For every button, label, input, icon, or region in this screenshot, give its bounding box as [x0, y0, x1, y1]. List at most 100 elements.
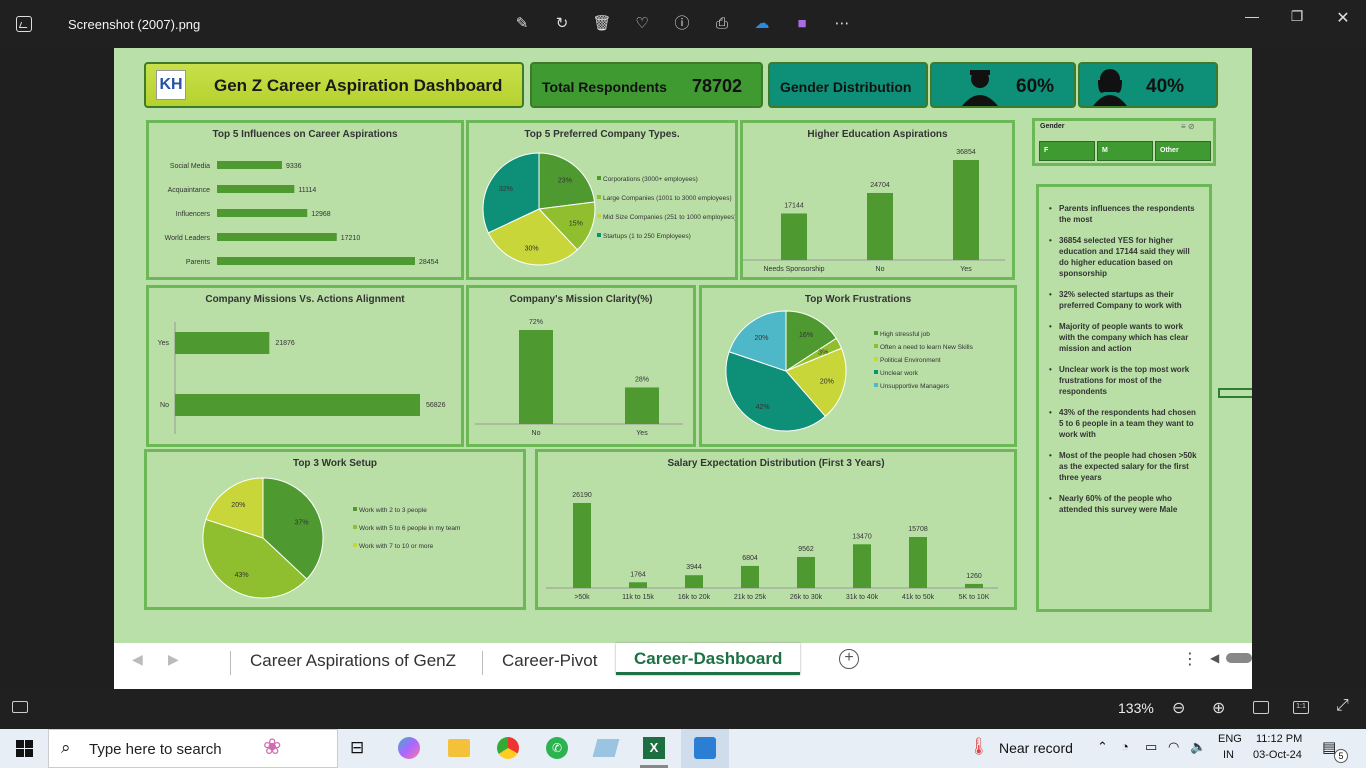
language-bottom[interactable]: IN [1223, 749, 1234, 761]
window-title: Screenshot (2007).png [68, 17, 201, 32]
onedrive-icon[interactable]: ☁ [752, 14, 772, 34]
info-icon[interactable]: ⓘ [672, 14, 692, 34]
bar [953, 160, 979, 260]
legend-swatch [597, 195, 601, 199]
frustrations-panel: Top Work Frustrations 16% 3% 20% 42% 20% High… [699, 285, 1017, 447]
legend-label: Corporations (3000+ employees) [603, 176, 698, 183]
fit-window-icon[interactable] [1253, 701, 1269, 714]
legend-swatch [597, 176, 601, 180]
restore-icon[interactable]: ❐ [1285, 8, 1309, 28]
legend-label: Work with 7 to 10 or more [359, 543, 434, 550]
insight-item: Nearly 60% of the people who attended th… [1049, 493, 1201, 515]
prev-sheet-icon[interactable]: ◀ [132, 651, 143, 668]
tab-career-pivot[interactable]: Career-Pivot [484, 647, 615, 675]
bar [217, 257, 415, 265]
more-icon[interactable]: ⋯ [832, 14, 852, 34]
tab-career-dashboard[interactable]: Career-Dashboard [616, 643, 801, 675]
bar-category-label: 26k to 30k [790, 594, 823, 601]
battery-icon[interactable]: ▭ [1145, 739, 1157, 755]
zoom-out-icon[interactable]: ⊖ [1172, 698, 1185, 718]
weather-text[interactable]: Near record [999, 740, 1073, 756]
add-sheet-icon[interactable]: + [839, 649, 859, 669]
clear-filter-icon[interactable]: ≡ ⊘ [1181, 122, 1195, 131]
notes-app-icon[interactable] [592, 739, 620, 757]
bar [965, 583, 983, 588]
legend-swatch [353, 507, 357, 511]
bar [781, 213, 807, 260]
delete-icon[interactable]: 🗑 [592, 14, 612, 34]
higher-ed-panel: Higher Education Aspirations 17144 Needs … [740, 120, 1015, 280]
zoom-in-icon[interactable]: ⊕ [1212, 698, 1225, 718]
pie-data-label: 42% [756, 404, 770, 411]
bar-value-label: 56826 [426, 402, 446, 409]
bar [519, 330, 553, 424]
bar-category-label: No [160, 402, 169, 409]
female-box: 40% [1078, 62, 1218, 108]
search-box[interactable]: ⌕ Type here to search ❀ [48, 729, 338, 768]
volume-icon[interactable]: 🔈 [1190, 739, 1206, 755]
insight-item: Unclear work is the top most work frustr… [1049, 364, 1201, 397]
bar-value-label: 9562 [798, 546, 814, 553]
whatsapp-icon[interactable]: ✆ [546, 737, 568, 759]
legend-swatch [874, 357, 878, 361]
bar [625, 387, 659, 424]
task-view-icon[interactable]: ⊟ [350, 738, 364, 758]
slicer-option-m[interactable]: M [1097, 141, 1153, 161]
wifi-icon[interactable]: ◠ [1168, 739, 1179, 755]
close-icon[interactable]: ✕ [1331, 8, 1355, 28]
legend-label: Unclear work [880, 370, 919, 377]
clipchamp-icon[interactable]: ■ [792, 14, 812, 34]
slicer-option-other[interactable]: Other [1155, 141, 1211, 161]
favorite-icon[interactable]: ♡ [632, 14, 652, 34]
edit-icon[interactable]: ✎ [512, 14, 532, 34]
minimize-icon[interactable]: — [1240, 8, 1264, 28]
bar [909, 537, 927, 588]
fullscreen-icon[interactable]: ⤢ [1336, 697, 1349, 715]
print-icon[interactable]: ⎙ [712, 14, 732, 34]
pie-data-label: 20% [820, 379, 834, 386]
setup-panel: Top 3 Work Setup 37% 43% 20% Work with 2 to… [144, 449, 526, 610]
tray-chevron-icon[interactable]: ⌃ [1097, 739, 1108, 755]
bar [685, 575, 703, 588]
total-respondents-box: Total Respondents 78702 [530, 62, 763, 108]
bar-value-label: 21876 [275, 340, 295, 347]
rotate-icon[interactable]: ↻ [552, 14, 572, 34]
search-placeholder: Type here to search [89, 741, 222, 758]
insight-item: Most of the people had chosen >50k as th… [1049, 450, 1201, 483]
legend-label: Unsupportive Managers [880, 383, 950, 390]
bar [853, 544, 871, 588]
start-icon[interactable] [16, 740, 33, 757]
title-bar: Screenshot (2007).png ✎ ↻ 🗑 ♡ ⓘ ⎙ ☁ ■ ⋯ … [0, 0, 1366, 48]
legend-swatch [353, 525, 357, 529]
search-icon: ⌕ [61, 738, 71, 757]
search-highlight-icon: ❀ [263, 734, 282, 759]
excel-icon[interactable]: X [643, 737, 665, 759]
clock-date[interactable]: 03-Oct-24 [1253, 749, 1302, 761]
legend-swatch [597, 214, 601, 218]
photos-taskbar-button[interactable] [681, 729, 729, 768]
bar-category-label: No [532, 430, 541, 437]
scroll-left-icon[interactable]: ◀ [1210, 651, 1219, 665]
chrome-icon[interactable] [497, 737, 519, 759]
horizontal-scrollbar[interactable] [1226, 653, 1252, 663]
actual-size-icon[interactable]: 1:1 [1293, 701, 1309, 714]
gender-slicer: Gender ≡ ⊘ F M Other [1032, 118, 1216, 166]
clarity-panel: Company's Mission Clarity(%) 72% No 28% Yes [466, 285, 696, 447]
clock-time[interactable]: 11:12 PM [1256, 733, 1302, 745]
file-explorer-icon[interactable] [448, 739, 470, 757]
bar-value-label: 28% [635, 376, 649, 383]
filmstrip-icon[interactable] [12, 701, 28, 713]
security-icon[interactable]: ◔ [1121, 739, 1129, 754]
gender-label: Gender Distribution [780, 79, 912, 95]
zoom-level: 133% [1118, 700, 1154, 716]
slicer-option-f[interactable]: F [1039, 141, 1095, 161]
next-sheet-icon[interactable]: ▶ [168, 651, 179, 668]
bar-category-label: Influencers [176, 211, 211, 218]
bar-category-label: 21k to 25k [734, 594, 767, 601]
tab-career-aspirations[interactable]: Career Aspirations of GenZ [232, 647, 474, 675]
insight-item: 43% of the respondents had chosen 5 to 6… [1049, 407, 1201, 440]
language-top[interactable]: ENG [1218, 733, 1242, 745]
sheet-options-icon[interactable]: ⋮ [1182, 649, 1198, 669]
copilot-icon[interactable] [398, 737, 420, 759]
bar-category-label: World Leaders [165, 235, 211, 242]
